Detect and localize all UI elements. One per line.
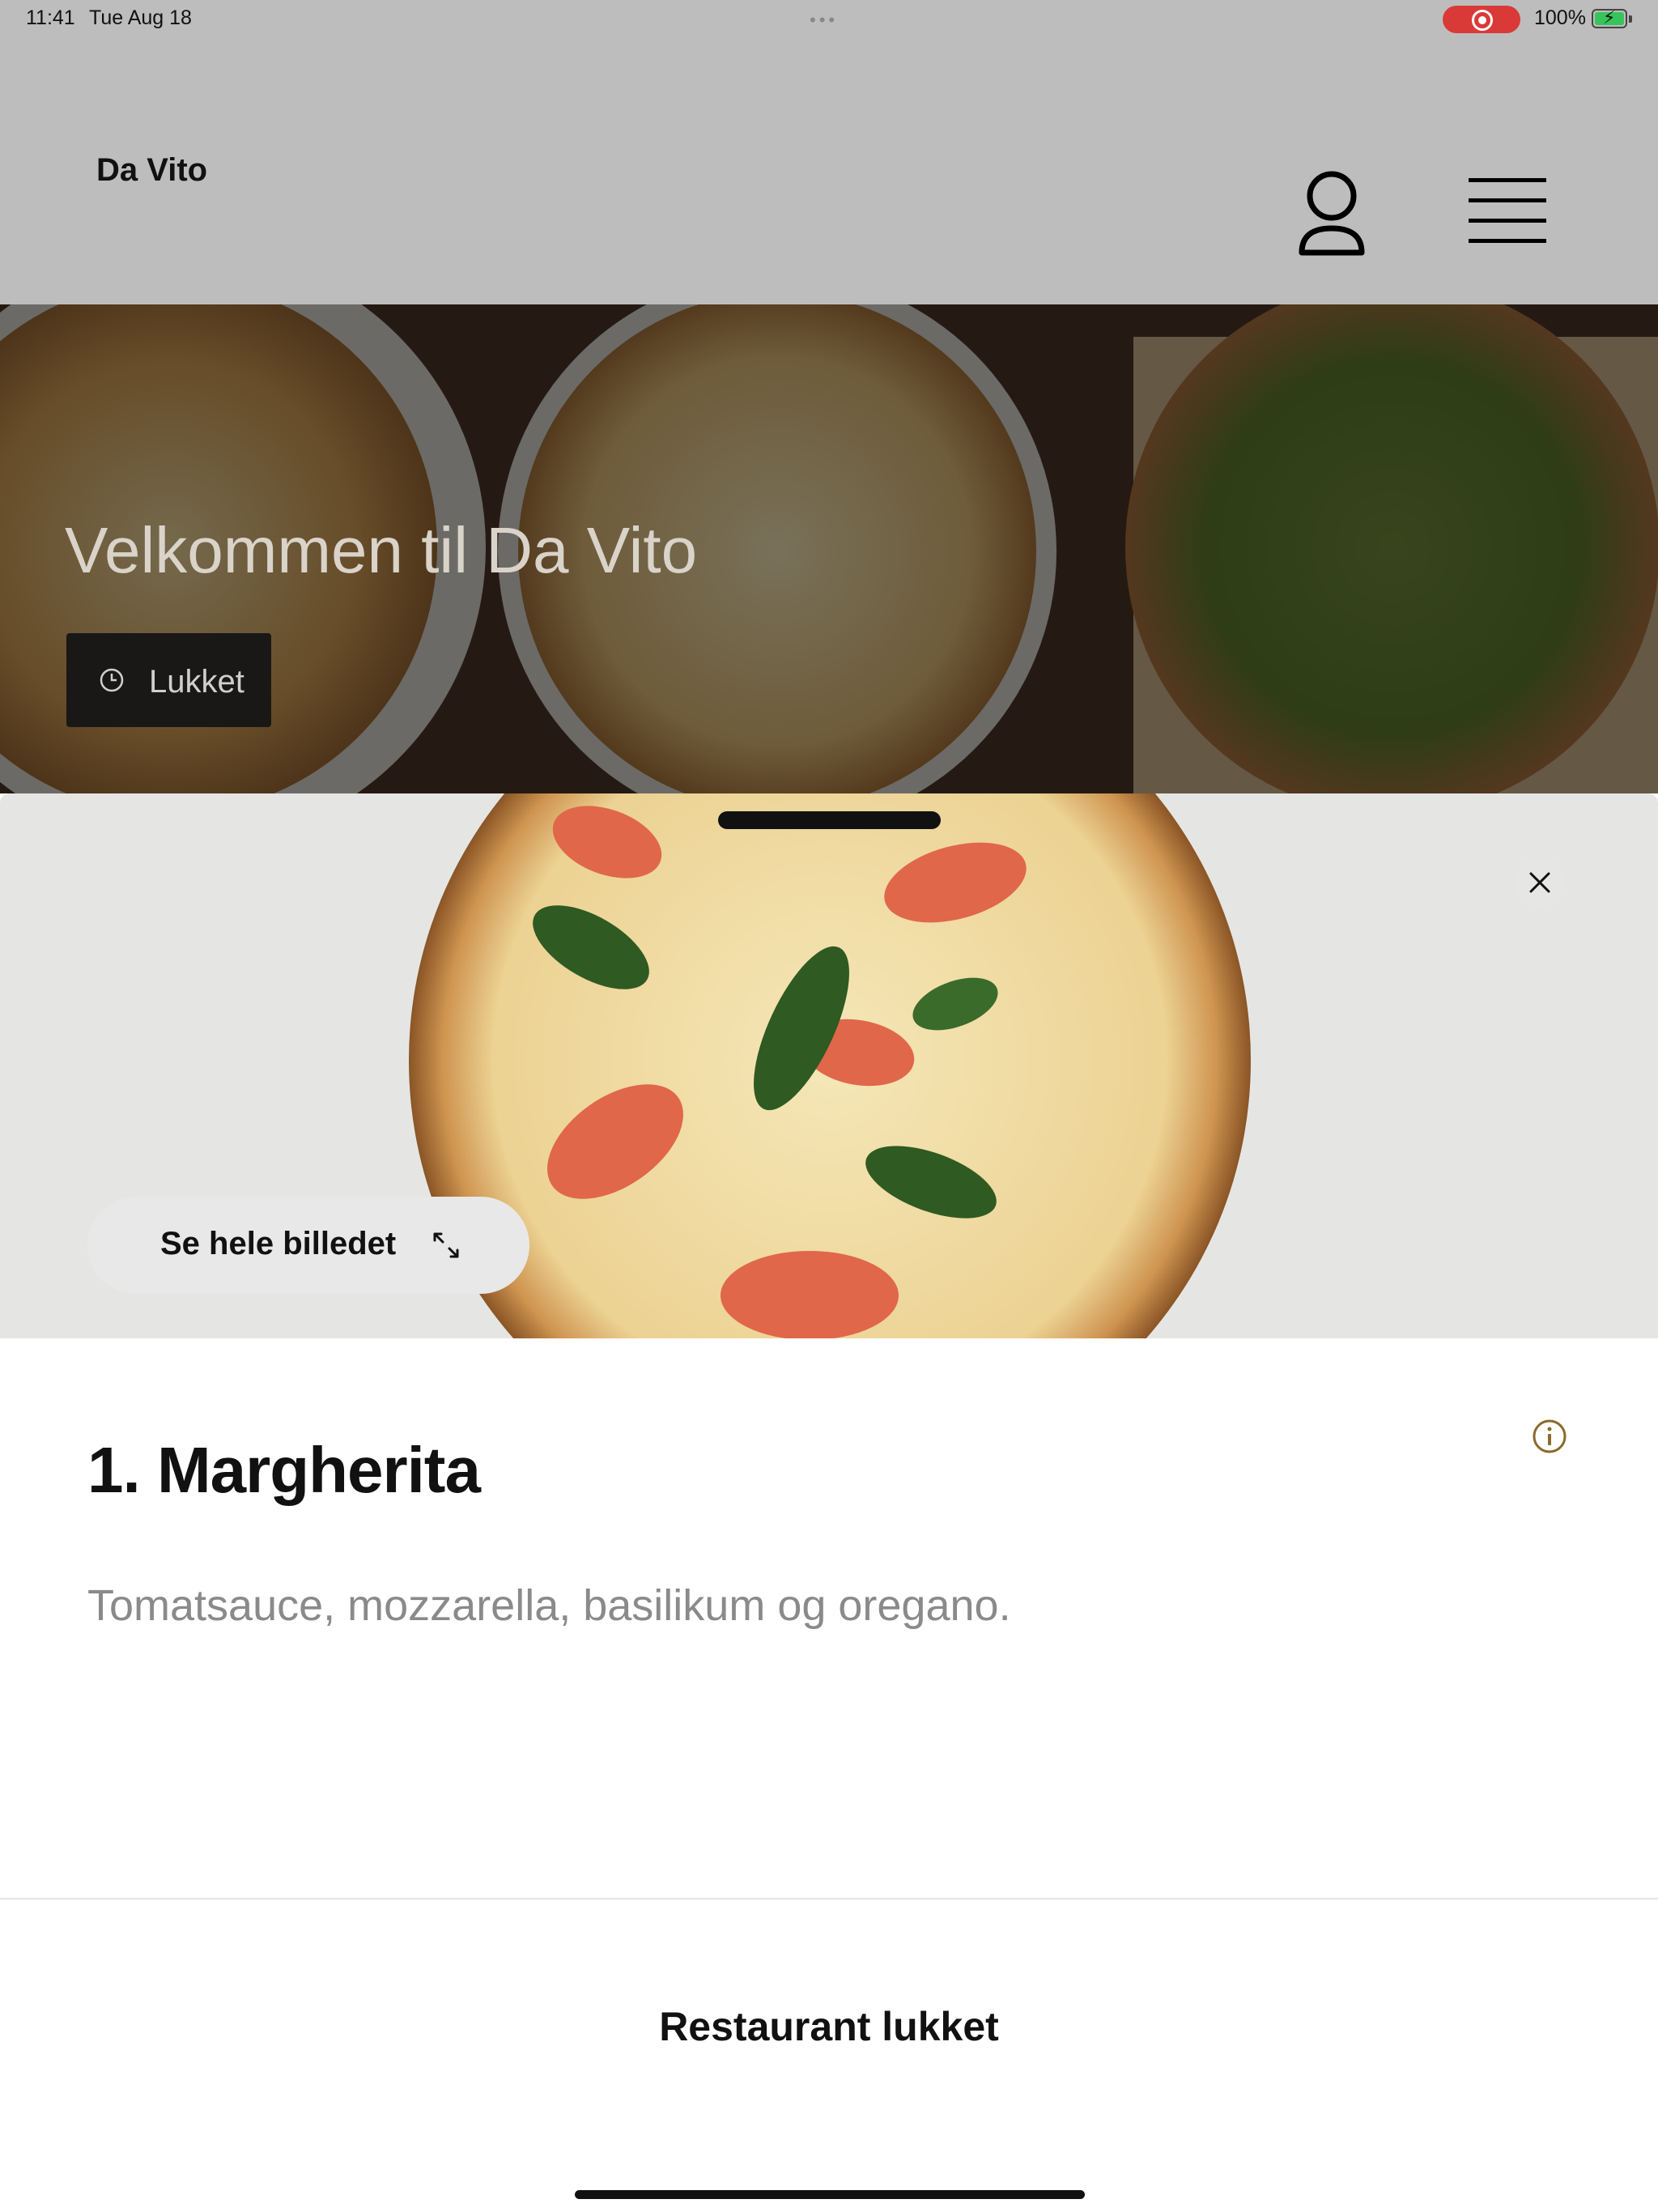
- clock-icon: [100, 668, 124, 692]
- close-button[interactable]: [1516, 858, 1564, 907]
- hero-title: Velkommen til Da Vito: [65, 514, 698, 586]
- see-full-image-label: Se hele billedet: [160, 1226, 397, 1261]
- status-date: Tue Aug 18: [89, 6, 192, 29]
- opening-status-label: Lukket: [149, 664, 244, 700]
- info-icon[interactable]: [1532, 1419, 1567, 1454]
- multitasking-dots-icon[interactable]: •••: [810, 10, 838, 31]
- hero-banner: Velkommen til Da Vito Lukket: [0, 304, 1658, 793]
- sheet-grab-handle[interactable]: [718, 811, 941, 829]
- see-full-image-button[interactable]: Se hele billedet: [87, 1197, 529, 1294]
- opening-status-badge[interactable]: Lukket: [66, 633, 271, 727]
- footer-divider: [0, 1898, 1658, 1899]
- product-title: 1. Margherita: [87, 1434, 481, 1506]
- battery-icon: ⚡: [1592, 7, 1632, 28]
- product-description: Tomatsauce, mozzarella, basilikum og ore…: [87, 1581, 1011, 1630]
- status-bar: 11:41 Tue Aug 18 ••• 100% ⚡: [0, 0, 1658, 40]
- product-image: Se hele billedet: [0, 793, 1658, 1338]
- status-time: 11:41: [26, 6, 75, 29]
- brand-name[interactable]: Da Vito: [96, 152, 207, 189]
- close-icon: [1529, 872, 1550, 893]
- home-indicator[interactable]: [575, 2190, 1085, 2199]
- screen-recording-icon[interactable]: [1443, 6, 1520, 33]
- person-icon[interactable]: [1297, 168, 1367, 257]
- hamburger-menu-icon[interactable]: [1467, 177, 1548, 246]
- restaurant-closed-label: Restaurant lukket: [659, 2004, 999, 2049]
- expand-arrows-icon: [433, 1232, 459, 1258]
- site-header: Da Vito: [0, 40, 1658, 304]
- battery-percentage: 100%: [1534, 6, 1586, 29]
